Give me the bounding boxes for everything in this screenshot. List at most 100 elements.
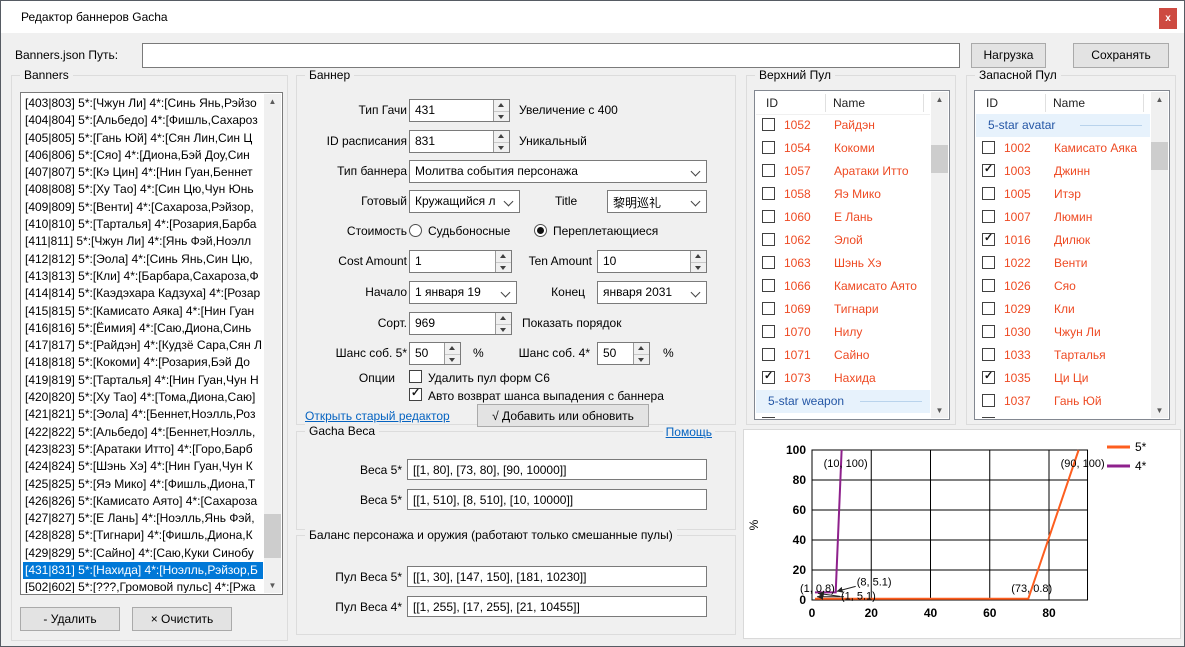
close-button[interactable]: x [1159, 8, 1177, 29]
pool-row[interactable]: 1070Нилу [756, 321, 930, 344]
banner-list-item[interactable]: [415|815] 5*:[Камисато Аяка] 4*:[Нин Гуа… [23, 303, 263, 320]
pool-item-checkbox[interactable] [982, 164, 995, 177]
banner-list-item[interactable]: [428|828] 5*:[Тигнари] 4*:[Фишль,Диона,К [23, 527, 263, 544]
backup-pool-scrollbar[interactable]: ▲ ▼ [1151, 92, 1168, 418]
banner-list-item[interactable]: [422|822] 5*:[Альбедо] 4*:[Беннет,Ноэлль… [23, 424, 263, 441]
schedule-id-stepper[interactable]: 831 [409, 130, 510, 153]
pool-item-checkbox[interactable] [762, 371, 775, 384]
banner-list-item[interactable]: [403|803] 5*:[Чжун Ли] 4*:[Синь Янь,Рэйз… [23, 95, 263, 112]
banner-type-select[interactable]: Молитва события персонажа [409, 160, 707, 183]
scroll-up-icon[interactable]: ▲ [1151, 92, 1168, 107]
pool-row[interactable]: 1002Камисато Аяка [976, 137, 1150, 160]
pool-row[interactable]: 1037Гань Юй [976, 390, 1150, 413]
banner-list-item[interactable]: [427|827] 5*:[Е Лань] 4*:[Ноэлль,Янь Фэй… [23, 510, 263, 527]
banner-list-item[interactable]: [423|823] 5*:[Аратаки Итто] 4*:[Горо,Бар… [23, 441, 263, 458]
pool-weights5-input[interactable] [407, 566, 707, 587]
scrollbar-thumb[interactable] [1151, 142, 1168, 170]
stepper-arrows-icon[interactable] [493, 100, 509, 121]
pool-row[interactable]: 1005Итэр [976, 183, 1150, 206]
pool-item-checkbox[interactable] [762, 279, 775, 292]
stepper-arrows-icon[interactable] [495, 313, 511, 334]
pool-row[interactable]: 1054Кокоми [756, 137, 930, 160]
scroll-down-icon[interactable]: ▼ [1151, 403, 1168, 418]
pool-row[interactable]: 1058Яэ Мико [756, 183, 930, 206]
banner-list-item[interactable]: [416|816] 5*:[Ёимия] 4*:[Саю,Диона,Синь [23, 320, 263, 337]
scrollbar-thumb[interactable] [264, 514, 281, 558]
pool-item-checkbox[interactable] [982, 279, 995, 292]
scroll-down-icon[interactable]: ▼ [264, 578, 281, 593]
banner-list-item[interactable]: [426|826] 5*:[Камисато Аято] 4*:[Сахароз… [23, 493, 263, 510]
banner-list-item[interactable]: [418|818] 5*:[Кокоми] 4*:[Розария,Бэй До [23, 354, 263, 371]
pool-item-checkbox[interactable] [762, 164, 775, 177]
banner-list-item[interactable]: [411|811] 5*:[Чжун Ли] 4*:[Янь Фэй,Ноэлл [23, 233, 263, 250]
pool-row[interactable]: 1003Джинн [976, 160, 1150, 183]
pool-item-checkbox[interactable] [982, 302, 995, 315]
banners-scrollbar[interactable]: ▲ ▼ [264, 94, 281, 593]
path-input[interactable] [142, 43, 960, 68]
column-header-id[interactable]: ID [766, 96, 778, 110]
pool-row[interactable]: 1030Чжун Ли [976, 321, 1150, 344]
pool-item-checkbox[interactable] [762, 256, 775, 269]
column-divider[interactable] [1045, 94, 1046, 112]
pool-item-checkbox[interactable] [762, 210, 775, 223]
column-header-name[interactable]: Name [833, 96, 865, 110]
banner-list-item[interactable]: [412|812] 5*:[Эола] 4*:[Синь Янь,Син Цю, [23, 251, 263, 268]
pool-item-checkbox[interactable] [982, 141, 995, 154]
pool-row[interactable]: 1026Сяо [976, 275, 1150, 298]
pool-item-checkbox[interactable] [762, 348, 775, 361]
banner-list-item[interactable]: [431|831] 5*:[Нахида] 4*:[Ноэлль,Рэйзор,… [23, 562, 263, 579]
pool-item-checkbox[interactable] [982, 325, 995, 338]
pool-item-checkbox[interactable] [762, 417, 775, 418]
banner-list-item[interactable]: [425|825] 5*:[Яэ Мико] 4*:[Фишль,Диона,Т [23, 476, 263, 493]
sort-stepper[interactable]: 969 [409, 312, 512, 335]
pool-item-checkbox[interactable] [982, 417, 995, 418]
ten-amount-stepper[interactable]: 10 [597, 250, 707, 273]
pool-row[interactable]: 1022Венти [976, 252, 1150, 275]
cost-radio-fate[interactable] [409, 224, 422, 237]
pool-row[interactable]: 1035Ци Ци [976, 367, 1150, 390]
banner-list-item[interactable]: [420|820] 5*:[Ху Тао] 4*:[Тома,Диона,Саю… [23, 389, 263, 406]
pool-weights4-input[interactable] [407, 596, 707, 617]
pool-item-checkbox[interactable] [982, 256, 995, 269]
pool-item-checkbox[interactable] [762, 325, 775, 338]
pool-item-checkbox[interactable] [762, 233, 775, 246]
clear-banners-button[interactable]: × Очистить [132, 607, 232, 631]
pool-row[interactable]: 1029Кли [976, 298, 1150, 321]
chance4-stepper[interactable]: 50 [597, 342, 650, 365]
upper-pool-header[interactable]: ID Name [756, 92, 930, 115]
pool-row[interactable]: 1063Шэнь Хэ [756, 252, 930, 275]
gacha-type-stepper[interactable]: 431 [409, 99, 510, 122]
pool-row[interactable]: 1038Альбедо [976, 413, 1150, 418]
save-button[interactable]: Сохранять [1073, 43, 1169, 68]
prefab-select[interactable]: Кружащийся л [409, 190, 520, 213]
pool-item-checkbox[interactable] [762, 302, 775, 315]
weights5-input[interactable] [407, 459, 707, 480]
weights5b-input[interactable] [407, 489, 707, 510]
column-divider[interactable] [923, 94, 924, 112]
stepper-arrows-icon[interactable] [444, 343, 460, 364]
load-button[interactable]: Нагрузка [971, 43, 1046, 68]
add-or-update-button[interactable]: √ Добавить или обновить [477, 404, 649, 427]
end-date-select[interactable]: января 2031 [597, 281, 707, 304]
pool-row[interactable]: 1066Камисато Аято [756, 275, 930, 298]
pool-row[interactable]: 1057Аратаки Итто [756, 160, 930, 183]
remove-c6-pool-checkbox[interactable] [409, 370, 422, 383]
auto-return-chance-checkbox[interactable] [409, 388, 422, 401]
pool-row[interactable]: 1016Дилюк [976, 229, 1150, 252]
stepper-arrows-icon[interactable] [495, 251, 511, 272]
cost-radio-intertwined[interactable] [534, 224, 547, 237]
banner-list-item[interactable]: [414|814] 5*:[Каэдэхара Кадзуха] 4*:[Роз… [23, 285, 263, 302]
scroll-up-icon[interactable]: ▲ [931, 92, 948, 107]
backup-pool-header[interactable]: ID Name [976, 92, 1150, 115]
banner-list-item[interactable]: [421|821] 5*:[Эола] 4*:[Беннет,Ноэлль,Ро… [23, 406, 263, 423]
banner-list-item[interactable]: [502|602] 5*:[???,Громовой пульс] 4*:[Рж… [23, 579, 263, 593]
title-select[interactable]: 黎明巡礼 [607, 190, 707, 213]
pool-item-checkbox[interactable] [762, 118, 775, 131]
column-header-name[interactable]: Name [1053, 96, 1085, 110]
pool-row[interactable]: 1073Нахида [756, 367, 930, 390]
banner-list-item[interactable]: [410|810] 5*:[Тарталья] 4*:[Розария,Барб… [23, 216, 263, 233]
upper-pool-list[interactable]: ID Name 1052Райдэн1054Кокоми1057Аратаки … [754, 90, 950, 420]
pool-item-checkbox[interactable] [762, 187, 775, 200]
pool-item-checkbox[interactable] [982, 371, 995, 384]
stepper-arrows-icon[interactable] [690, 251, 706, 272]
